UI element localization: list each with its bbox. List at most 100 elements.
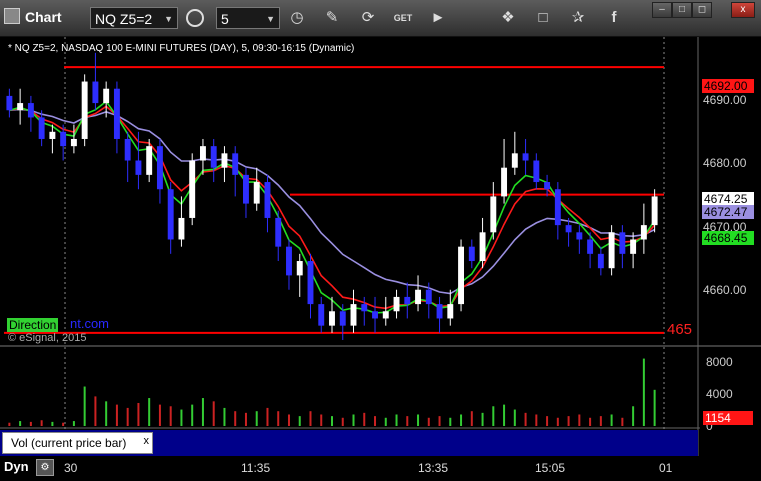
candle-body (511, 153, 518, 168)
volume-bar (62, 422, 65, 426)
volume-bar (255, 411, 258, 426)
candle-body (189, 160, 196, 218)
time-tick: 30 (64, 461, 78, 475)
volume-bar (105, 401, 108, 426)
volume-bar (19, 421, 22, 426)
volume-bar (610, 414, 613, 426)
volume-bar (632, 406, 635, 426)
candle-body (156, 146, 163, 190)
chart-caption: * NQ Z5=2, NASDAQ 100 E-MINI FUTURES (DA… (8, 43, 355, 54)
volume-bar (481, 412, 484, 426)
candle-body (350, 304, 357, 326)
chart-canvas[interactable] (0, 0, 761, 481)
candle-body (60, 131, 67, 147)
candle-body (38, 117, 45, 139)
volume-bar (287, 414, 290, 426)
candle-body (286, 246, 292, 276)
volume-bar (51, 421, 54, 426)
volume-bar (309, 411, 312, 426)
watermark-badge: Direction (7, 318, 59, 332)
candle-body (70, 138, 77, 147)
candle-body (372, 311, 378, 319)
candle-body (243, 174, 249, 204)
candle-body (307, 261, 314, 305)
candle-body (479, 232, 486, 262)
dynamic-toggle-icon[interactable]: ⚙ (36, 459, 54, 476)
volume-bar (578, 414, 581, 426)
volume-bar (535, 414, 538, 426)
volume-bar (341, 417, 344, 426)
right-edge-level-label: 465 (667, 321, 693, 338)
candle-body (199, 146, 206, 161)
candle-body (619, 232, 626, 254)
dyn-label: Dyn (4, 459, 29, 474)
candle-body (522, 153, 529, 161)
price-tick: 4680.00 (703, 156, 747, 170)
candle-body (630, 239, 637, 254)
candle-body (415, 289, 421, 305)
candle-body (232, 153, 239, 175)
candle-body (329, 311, 335, 326)
volume-bar (546, 416, 549, 426)
candle-body (221, 153, 228, 168)
close-icon[interactable]: x (144, 431, 150, 451)
candle-body (124, 138, 131, 161)
candle-body (146, 146, 153, 175)
candle-body (296, 261, 303, 276)
candle-body (6, 95, 13, 111)
volume-bar (234, 411, 237, 426)
volume-bar (29, 421, 32, 426)
volume-bar (126, 407, 129, 426)
volume-bar (470, 411, 473, 426)
copyright-text: © eSignal, 2015 (8, 332, 87, 344)
volume-bar (8, 422, 11, 426)
time-tick: 11:35 (241, 461, 271, 475)
time-tick: 15:05 (535, 461, 566, 475)
volume-bar (40, 420, 43, 426)
volume-bar (556, 417, 559, 426)
candle-body (27, 103, 34, 118)
time-tick: 13:35 (418, 461, 449, 475)
volume-bar (191, 404, 194, 426)
volume-bar (212, 401, 215, 426)
volume-bar (642, 358, 645, 426)
candle-body (210, 146, 217, 168)
candle-body (651, 196, 658, 226)
candle-body (253, 182, 260, 204)
candle-body (17, 103, 24, 111)
candle-body (361, 304, 368, 312)
price-tick: 4660.00 (703, 283, 747, 297)
volume-bar (449, 417, 452, 426)
candle-body (178, 217, 185, 240)
candle-body (404, 296, 411, 305)
volume-tag: 1154 (703, 411, 753, 425)
last-price-tag: 4674.25 (702, 192, 754, 206)
volume-panel-title[interactable]: Vol (current price bar) x (2, 432, 153, 454)
candle-body (92, 81, 99, 104)
volume-bar (567, 416, 570, 426)
volume-bar (223, 407, 226, 426)
volume-bar (363, 412, 366, 426)
volume-bar (503, 404, 506, 426)
candle-body (640, 225, 647, 240)
volume-bar (653, 389, 656, 426)
volume-bar (115, 404, 118, 426)
volume-bar (83, 386, 86, 426)
candle-body (597, 253, 604, 269)
volume-bar (406, 416, 409, 426)
candle-body (393, 296, 400, 312)
volume-tick: 8000 (706, 355, 733, 369)
candle-body (275, 217, 282, 247)
volume-bar (277, 411, 280, 426)
candle-body (501, 167, 508, 197)
volume-bar (374, 416, 377, 426)
volume-tick: 4000 (706, 387, 733, 401)
ma-purple-price-tag: 4672.47 (702, 205, 754, 219)
candle-body (167, 189, 174, 240)
time-tick: 01 (659, 461, 673, 475)
volume-bar (137, 402, 140, 426)
volume-bar (417, 414, 420, 426)
volume-bar (513, 409, 516, 426)
volume-bar (158, 404, 161, 426)
volume-bar (72, 421, 75, 426)
